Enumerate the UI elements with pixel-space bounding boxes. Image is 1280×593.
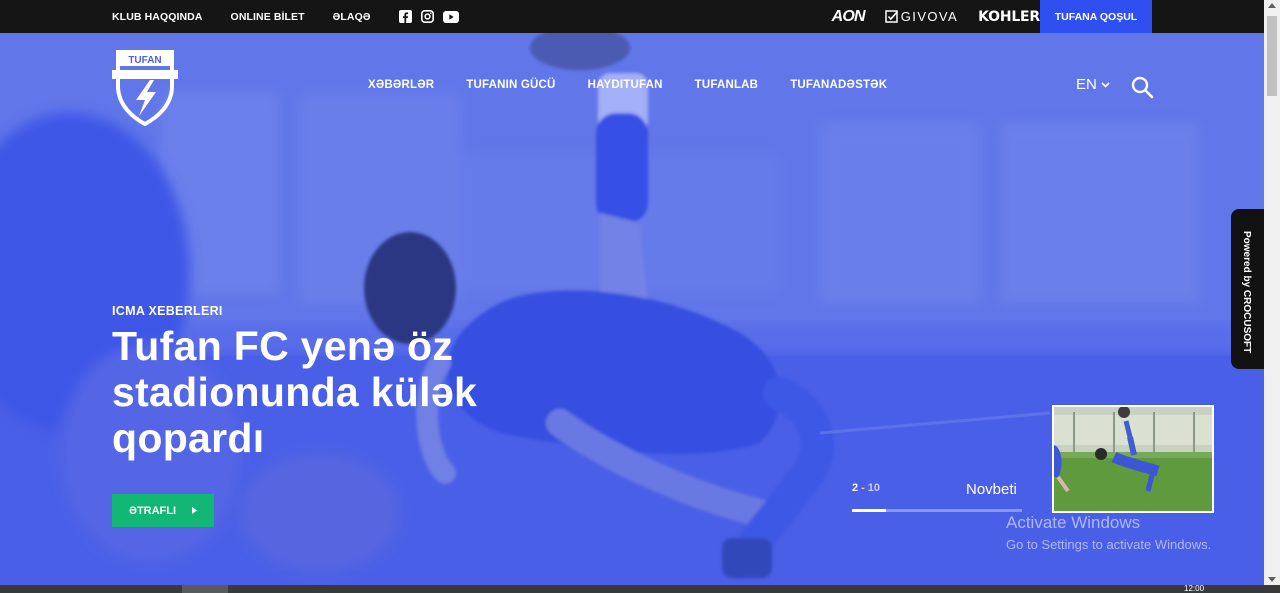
- sponsor-logos: AON GIVOVA KOHLER: [831, 0, 1041, 33]
- tufan-logo[interactable]: TUFAN: [112, 44, 178, 126]
- next-slide-button[interactable]: Novbeti: [966, 481, 1017, 498]
- watermark-title: Activate Windows: [1006, 513, 1141, 532]
- watermark-subtitle: Go to Settings to activate Windows.: [1006, 537, 1212, 552]
- powered-by-text: Powered by CROCUSOFT: [1241, 231, 1252, 354]
- sponsor-aon-logo: AON: [831, 7, 866, 25]
- read-more-label: ƏTRAFLI: [128, 504, 177, 517]
- scrollbar-thumb[interactable]: [1267, 16, 1277, 96]
- logo-text: TUFAN: [128, 55, 161, 66]
- taskbar-item[interactable]: [182, 585, 228, 593]
- slide-progress-fill: [852, 509, 886, 512]
- top-bar: KLUB HAQQINDA ONLINE BİLET ƏLAQƏ AON GIV…: [0, 0, 1264, 33]
- top-link-about[interactable]: KLUB HAQQINDA: [112, 11, 203, 23]
- social-links: [399, 10, 459, 24]
- scroll-up-arrow-icon[interactable]: [1268, 3, 1276, 8]
- nav-item-news[interactable]: XƏBƏRLƏR: [368, 79, 434, 91]
- top-link-contact[interactable]: ƏLAQƏ: [333, 11, 371, 23]
- thumbnail-image: [1054, 407, 1212, 511]
- page-scrollbar[interactable]: [1264, 0, 1280, 585]
- slide-counter: 2-10: [852, 482, 880, 494]
- os-taskbar: 12:00: [0, 584, 1280, 593]
- slide-progress-bar: [852, 509, 1022, 512]
- givova-mark-icon: [885, 10, 898, 23]
- slide-current: 2: [852, 482, 859, 494]
- taskbar-clock: 12:00: [1184, 584, 1205, 593]
- search-icon[interactable]: [1130, 75, 1154, 99]
- instagram-icon[interactable]: [421, 10, 435, 24]
- slide-separator: -: [861, 482, 865, 494]
- join-button[interactable]: TUFANA QOŞUL: [1040, 0, 1152, 33]
- read-more-button[interactable]: ƏTRAFLI: [112, 494, 214, 527]
- main-nav: XƏBƏRLƏR TUFANIN GÜCÜ HAYDITUFAN TUFANLA…: [368, 79, 887, 91]
- facebook-icon[interactable]: [399, 10, 413, 24]
- hero-slider: TUFAN XƏBƏRLƏR TUFANIN GÜCÜ HAYDITUFAN T…: [0, 33, 1264, 585]
- nav-item-tufanlab[interactable]: TUFANLAB: [695, 79, 759, 91]
- chevron-down-icon: [1101, 81, 1110, 88]
- sponsor-givova-logo: GIVOVA: [885, 9, 958, 24]
- next-slide-thumbnail[interactable]: [1052, 405, 1214, 513]
- powered-by-badge[interactable]: Powered by CROCUSOFT: [1231, 209, 1264, 369]
- article-category: ICMA XEBERLERI: [112, 304, 223, 318]
- youtube-icon[interactable]: [442, 10, 459, 24]
- sponsor-kohler-logo: KOHLER: [978, 8, 1040, 25]
- top-link-tickets[interactable]: ONLINE BİLET: [231, 11, 305, 23]
- windows-activation-watermark: Activate Windows Go to Settings to activ…: [1006, 513, 1211, 552]
- nav-item-power[interactable]: TUFANIN GÜCÜ: [466, 79, 555, 91]
- scroll-down-arrow-icon[interactable]: [1268, 577, 1276, 582]
- language-selector[interactable]: EN: [1076, 76, 1110, 93]
- nav-item-support[interactable]: TUFANADƏSTƏK: [790, 79, 887, 91]
- sponsor-givova-text: GIVOVA: [900, 9, 959, 24]
- slide-total: 10: [867, 482, 881, 494]
- caret-right-icon: [192, 507, 198, 514]
- top-nav: KLUB HAQQINDA ONLINE BİLET ƏLAQƏ: [112, 10, 459, 24]
- article-headline: Tufan FC yenə öz stadionunda külək qopar…: [112, 323, 478, 461]
- nav-item-haydi-tufan[interactable]: HAYDITUFAN: [588, 79, 663, 91]
- language-label: EN: [1076, 76, 1097, 93]
